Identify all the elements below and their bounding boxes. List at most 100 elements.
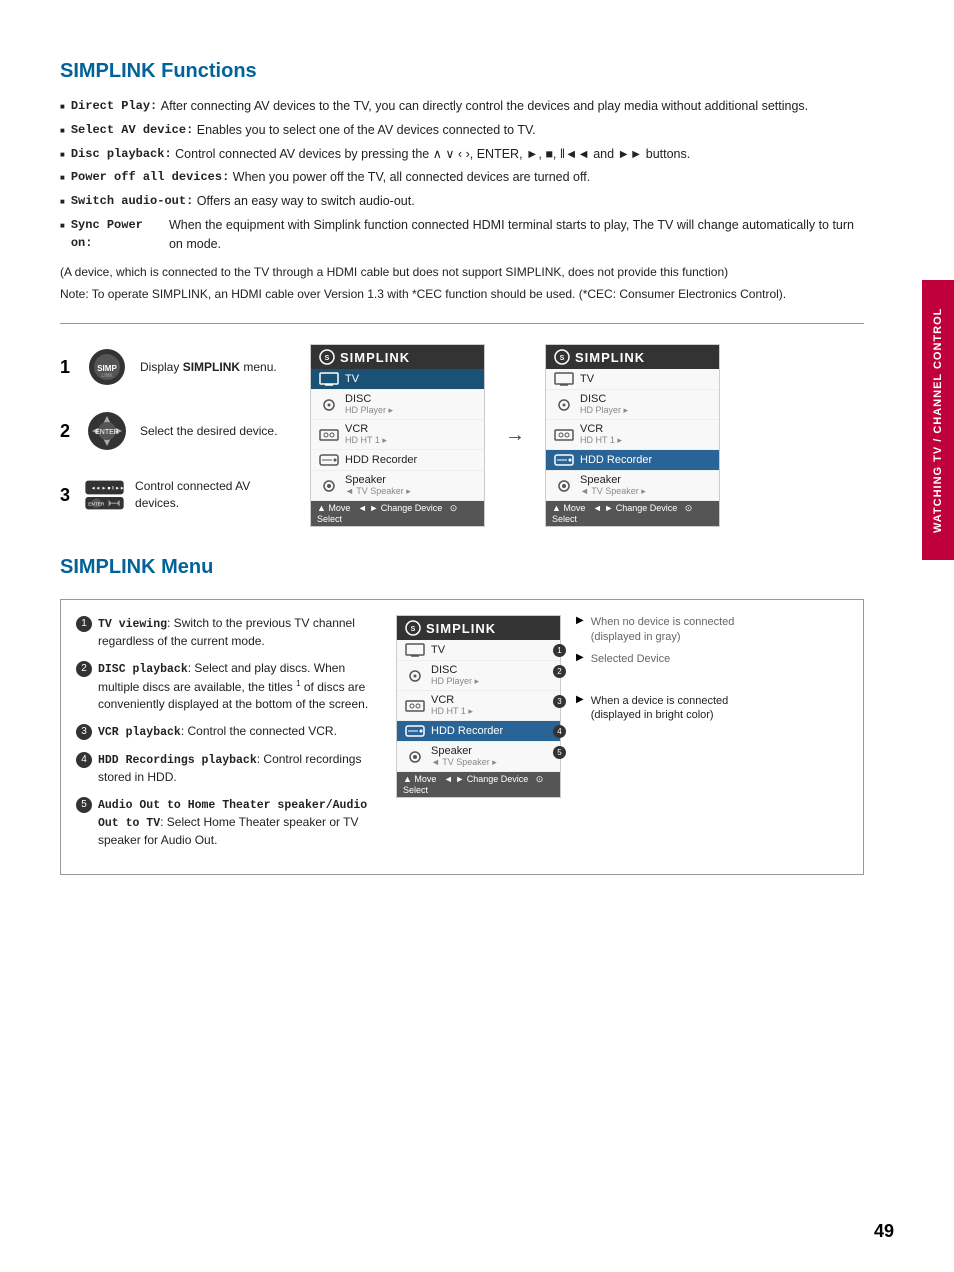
indicator-2: 2 [553,665,566,678]
menu-item-5: 5 Audio Out to Home Theater speaker/Audi… [76,796,376,849]
arrow-right: → [505,424,525,447]
steps-col: 1 SIMP LINK Display SIMPLINK menu. 2 [60,344,280,536]
legend-selected: ▶ Selected Device [576,652,756,666]
text-3: VCR playback: Control the connected VCR. [98,723,337,741]
label-direct-play: Direct Play: [71,97,157,115]
bullet-power-off: Power off all devices: When you power of… [60,168,864,187]
section1-title: SIMPLINK Functions [60,60,864,83]
vcr-icon-right [554,428,574,442]
menu-c-vcr: VCRHD HT 1 ▸ 3 [397,691,560,721]
menu-right: S SIMPLINK TV 1 DISCHD Player ▸ [396,615,848,859]
menu-item-disc-left: DISCHD Player ▸ [311,390,484,420]
navigate-button-icon: ENTER [84,408,130,454]
menu-c-speaker: Speaker◄ TV Speaker ▸ 5 [397,742,560,772]
hdd-icon-left [319,453,339,467]
vcr-icon-left [319,428,339,442]
bullet-disc-playback: Disc playback: Control connected AV devi… [60,145,864,164]
tv-icon-right [554,372,574,386]
text-sync-power: When the equipment with Simplink functio… [169,216,864,254]
label-sync-power: Sync Power on: [71,216,166,252]
bullet-list: Direct Play: After connecting AV devices… [60,97,864,253]
svg-text:ENTER: ENTER [88,502,105,508]
tv-c-text: TV [431,644,552,656]
menu-item-4: 4 HDD Recordings playback: Control recor… [76,751,376,786]
legend-text-selected: Selected Device [591,652,671,666]
menu-c-tv: TV 1 [397,640,560,661]
legend-col: ▶ When no device is connected (displayed… [576,615,756,730]
svg-text:S: S [325,355,330,362]
text-2: DISC playback: Select and play discs. Wh… [98,660,376,713]
vcr-c-text: VCRHD HT 1 ▸ [431,694,552,717]
hdd-icon-right [554,453,574,467]
menu-item-disc-right: DISCHD Player ▸ [546,390,719,420]
legend-gray: ▶ When no device is connected (displayed… [576,615,756,644]
speaker-icon-right [554,479,574,493]
menu-item-hdd-right: HDD Recorder [546,450,719,471]
speaker-icon-left [319,479,339,493]
simplink-header-center: S SIMPLINK [397,616,560,640]
vcr-icon-center [405,699,425,713]
svg-text:◄◄ ► ■ ‖ ►►: ◄◄ ► ■ ‖ ►► [91,486,125,492]
svg-text:LINK: LINK [101,373,113,379]
num-1: 1 [76,616,92,632]
footer-text-right: ▲ Move ◄ ► Change Device ⊙ Select [552,503,713,524]
disc-text-left: DISCHD Player ▸ [345,393,476,416]
simplink-logo-icon-center: S [405,620,421,636]
num-5: 5 [76,797,92,813]
menu-content: 1 TV viewing: Switch to the previous TV … [76,615,848,859]
footer-text-center: ▲ Move ◄ ► Change Device ⊙ Select [403,774,554,795]
simplink-menu-section: 1 TV viewing: Switch to the previous TV … [60,599,864,875]
svg-text:S: S [560,355,565,362]
indicator-5: 5 [553,746,566,759]
menu-item-hdd-left: HDD Recorder [311,450,484,471]
simplink-screen-left: S SIMPLINK TV DISCHD Player ▸ VCRHD HT 1… [310,344,485,527]
step2-number: 2 [60,422,74,440]
tri-icon-2: ▶ [576,652,584,663]
control-button-icon: ◄◄ ► ■ ‖ ►► ENTER [84,472,125,518]
simplink-logo-icon-right: S [554,349,570,365]
tv-text-left: TV [345,373,476,385]
step3-text: Control connected AV devices. [135,478,280,512]
simplink-footer-center: ▲ Move ◄ ► Change Device ⊙ Select [397,772,560,797]
step3-number: 3 [60,486,74,504]
legend-text-gray: When no device is connected (displayed i… [591,615,756,644]
indicator-3: 3 [553,695,566,708]
simplink-header-right: S SIMPLINK [546,345,719,369]
step1: 1 SIMP LINK Display SIMPLINK menu. [60,344,280,390]
note2: Note: To operate SIMPLINK, an HDMI cable… [60,285,864,303]
main-content: SIMPLINK Functions Direct Play: After co… [0,0,954,915]
speaker-text-left: Speaker◄ TV Speaker ▸ [345,474,476,497]
simplink-button-icon: SIMP LINK [84,344,130,390]
tv-icon-left [319,372,339,386]
bullet-switch-audio: Switch audio-out: Offers an easy way to … [60,192,864,211]
speaker-c-text: Speaker◄ TV Speaker ▸ [431,745,552,768]
step1-number: 1 [60,358,74,376]
menu-item-speaker-right: Speaker◄ TV Speaker ▸ [546,471,719,501]
simplink-screens: S SIMPLINK TV DISCHD Player ▸ VCRHD HT 1… [310,344,864,527]
text-5: Audio Out to Home Theater speaker/Audio … [98,796,376,849]
simplink-screen-center: S SIMPLINK TV 1 DISCHD Player ▸ [396,615,561,798]
svg-text:S: S [411,626,416,633]
hdd-text-right: HDD Recorder [580,454,711,466]
simplink-logo-icon-left: S [319,349,335,365]
text-select-av: Enables you to select one of the AV devi… [197,121,536,140]
note1: (A device, which is connected to the TV … [60,263,864,281]
menu-c-disc: DISCHD Player ▸ 2 [397,661,560,691]
simplink-logo-text-right: SIMPLINK [575,350,645,365]
disc-c-text: DISCHD Player ▸ [431,664,552,687]
side-tab: WATCHING TV / CHANNEL CONTROL [922,280,954,560]
simplink-footer-right: ▲ Move ◄ ► Change Device ⊙ Select [546,501,719,526]
speaker-text-right: Speaker◄ TV Speaker ▸ [580,474,711,497]
menu-item-vcr-left: VCRHD HT 1 ▸ [311,420,484,450]
label-select-av: Select AV device: [71,121,193,139]
step3: 3 ◄◄ ► ■ ‖ ►► ENTER Control connected AV… [60,472,280,518]
legend-text-bright: When a device is connected (displayed in… [591,694,756,723]
label-disc-playback: Disc playback: [71,145,172,163]
bullet-select-av: Select AV device: Enables you to select … [60,121,864,140]
text-switch-audio: Offers an easy way to switch audio-out. [197,192,415,211]
remote-steps: 1 SIMP LINK Display SIMPLINK menu. 2 [60,344,864,536]
step1-text: Display SIMPLINK menu. [140,359,277,376]
menu-item-3: 3 VCR playback: Control the connected VC… [76,723,376,741]
text-power-off: When you power off the TV, all connected… [233,168,590,187]
simplink-logo-text-left: SIMPLINK [340,350,410,365]
